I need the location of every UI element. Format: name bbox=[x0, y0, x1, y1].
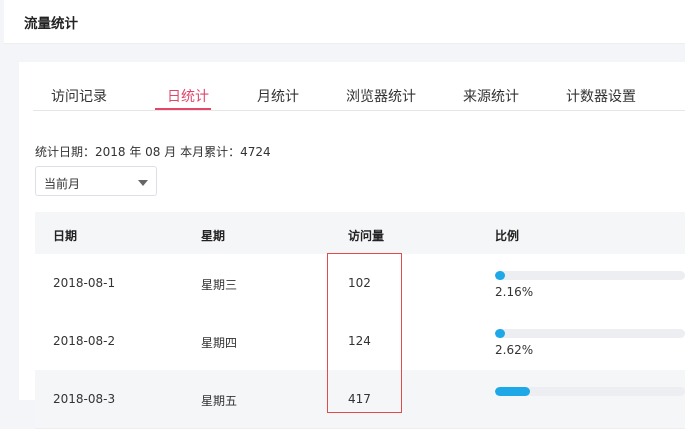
tab-visit-records[interactable]: 访问记录 bbox=[51, 86, 107, 106]
ratio-bar bbox=[495, 271, 685, 280]
table-header: 日期 星期 访问量 比例 bbox=[35, 212, 685, 254]
cell-visits: 124 bbox=[348, 334, 371, 348]
table-row: 2018-08-2 星期四 124 2.62% bbox=[35, 312, 685, 371]
column-header-weekday: 星期 bbox=[201, 229, 226, 243]
column-header-visits: 访问量 bbox=[348, 229, 385, 243]
cell-percent: 2.62% bbox=[495, 343, 534, 357]
cell-percent: 2.16% bbox=[495, 285, 534, 299]
content-panel: 访问记录 日统计 月统计 浏览器统计 来源统计 计数器设置 统计日期：2018 … bbox=[19, 62, 685, 429]
stats-summary: 统计日期：2018 年 08 月 本月累计：4724 bbox=[35, 145, 271, 159]
ratio-bar bbox=[495, 329, 685, 338]
caret-down-icon bbox=[138, 180, 148, 186]
cell-weekday: 星期三 bbox=[201, 278, 238, 292]
column-header-ratio: 比例 bbox=[495, 229, 520, 243]
daily-stats-table: 日期 星期 访问量 比例 2018-08-1 星期三 102 2.16% 201… bbox=[35, 212, 685, 429]
tab-counter-settings[interactable]: 计数器设置 bbox=[566, 86, 636, 106]
ratio-bar-fill bbox=[495, 329, 506, 338]
month-select[interactable]: 当前月 bbox=[35, 166, 157, 196]
cell-visits: 417 bbox=[348, 392, 371, 406]
tab-browser-stats[interactable]: 浏览器统计 bbox=[346, 86, 416, 106]
tab-daily-stats[interactable]: 日统计 bbox=[167, 86, 209, 106]
active-tab-underline bbox=[155, 108, 211, 110]
tab-source-stats[interactable]: 来源统计 bbox=[463, 86, 519, 106]
cell-weekday: 星期四 bbox=[201, 336, 238, 350]
cell-visits: 102 bbox=[348, 276, 371, 290]
cell-weekday: 星期五 bbox=[201, 394, 238, 408]
table-row: 2018-08-1 星期三 102 2.16% bbox=[35, 254, 685, 313]
ratio-bar-fill bbox=[495, 387, 531, 396]
page-header: 流量统计 bbox=[4, 0, 685, 44]
tab-monthly-stats[interactable]: 月统计 bbox=[257, 86, 299, 106]
page-title: 流量统计 bbox=[24, 16, 78, 32]
ratio-bar bbox=[495, 387, 685, 396]
cell-date: 2018-08-1 bbox=[53, 276, 116, 290]
column-header-date: 日期 bbox=[53, 229, 78, 243]
tab-bar: 访问记录 日统计 月统计 浏览器统计 来源统计 计数器设置 bbox=[33, 62, 685, 111]
ratio-bar-fill bbox=[495, 271, 505, 280]
month-select-value: 当前月 bbox=[44, 177, 81, 191]
cell-date: 2018-08-2 bbox=[53, 334, 116, 348]
cell-date: 2018-08-3 bbox=[53, 392, 116, 406]
